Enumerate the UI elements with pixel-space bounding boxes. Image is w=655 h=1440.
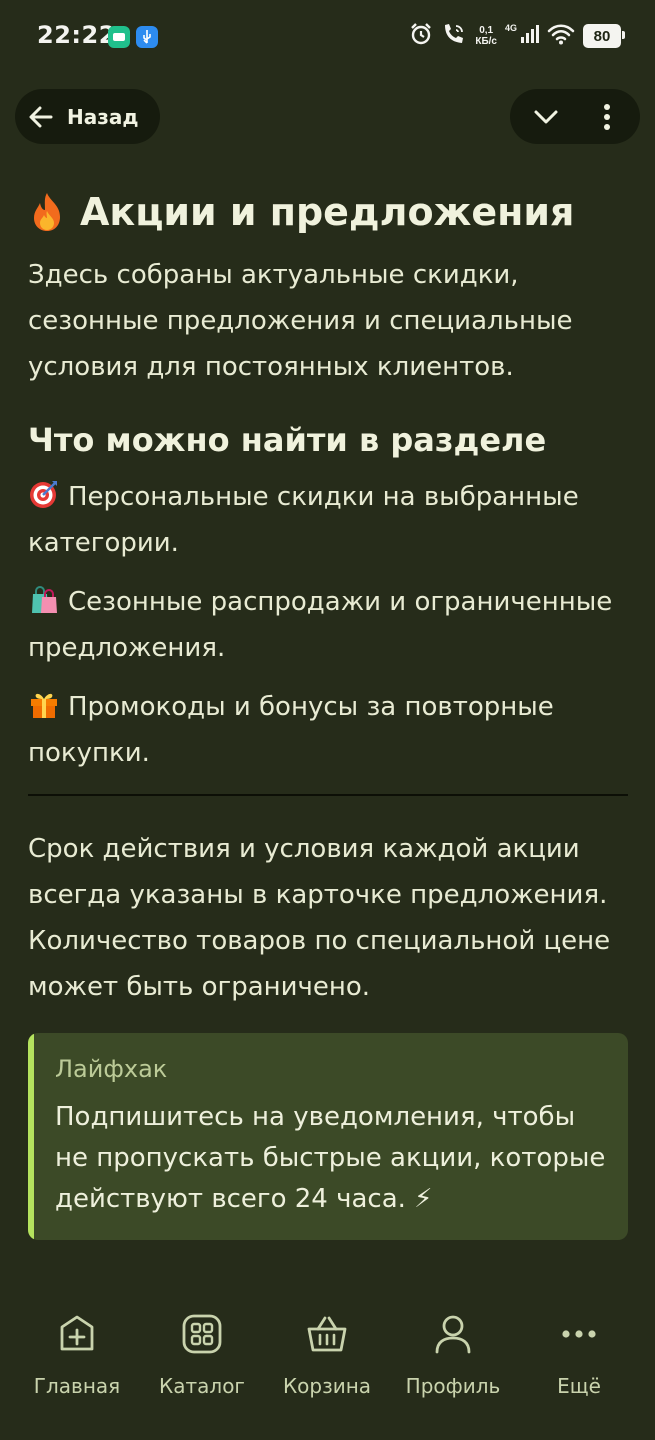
terms-paragraph: Срок действия и условия каждой акции все… bbox=[28, 834, 611, 1002]
tip-label: Лайфхак bbox=[55, 1055, 168, 1083]
more-vertical-icon bbox=[603, 103, 611, 131]
page-title-text: Акции и предложения bbox=[80, 190, 575, 234]
feature-text: Промокоды и бонусы за повторные покупки. bbox=[28, 692, 554, 768]
nav-label: Корзина bbox=[282, 1374, 372, 1398]
status-time: 22:22 bbox=[37, 21, 116, 49]
target-icon bbox=[28, 478, 60, 510]
nav-label: Каталог bbox=[159, 1374, 245, 1398]
user-icon bbox=[431, 1312, 475, 1356]
network-speed-value: 0,1 bbox=[479, 25, 494, 36]
back-label: Назад bbox=[67, 104, 139, 129]
section-heading: Что можно найти в разделе bbox=[28, 421, 547, 459]
usb-icon bbox=[136, 26, 158, 48]
divider bbox=[28, 794, 628, 796]
wifi-call-icon bbox=[441, 22, 467, 50]
nav-item-catalog[interactable]: Каталог bbox=[142, 1312, 262, 1398]
tip-text: Подпишитесь на уведомления, чтобы не про… bbox=[55, 1102, 606, 1214]
more-horizontal-icon bbox=[557, 1312, 601, 1356]
back-button[interactable]: Назад bbox=[15, 89, 160, 144]
battery-indicator: 80 bbox=[583, 24, 625, 48]
feature-text: Персональные скидки на выбранные категор… bbox=[28, 482, 579, 558]
network-type: 4G bbox=[504, 23, 517, 33]
collapse-button[interactable] bbox=[510, 89, 582, 144]
nav-item-cart[interactable]: Корзина bbox=[267, 1312, 387, 1398]
more-options-button[interactable] bbox=[582, 89, 632, 144]
nav-label: Главная bbox=[33, 1374, 121, 1398]
list-item: Сезонные распродажи и ограниченные предл… bbox=[28, 579, 628, 671]
page-title: Акции и предложения bbox=[28, 184, 628, 240]
fire-icon bbox=[28, 191, 66, 233]
bottom-navigation: Главная Каталог Корзина Профиль Ещё bbox=[0, 1312, 655, 1412]
nav-label: Ещё bbox=[557, 1374, 601, 1398]
tip-callout: Лайфхак Подпишитесь на уведомления, чтоб… bbox=[28, 1033, 628, 1240]
grid-icon bbox=[180, 1312, 224, 1356]
article-content: Акции и предложения Здесь собраны актуал… bbox=[28, 184, 628, 1010]
nav-item-more[interactable]: Ещё bbox=[519, 1312, 639, 1398]
intro-paragraph: Здесь собраны актуальные скидки, сезонны… bbox=[28, 260, 573, 382]
gift-icon bbox=[28, 688, 60, 720]
arrow-left-icon bbox=[27, 103, 55, 131]
basket-icon bbox=[305, 1312, 349, 1356]
network-speed-unit: КБ/с bbox=[475, 36, 497, 47]
signal-icon bbox=[521, 24, 539, 48]
list-item: Промокоды и бонусы за повторные покупки. bbox=[28, 684, 628, 776]
shopping-bags-icon bbox=[28, 583, 60, 615]
status-bar: 22:22 0,1 КБ/с 4G 80 bbox=[0, 0, 655, 72]
app-notification-icon bbox=[108, 26, 130, 48]
chevron-down-icon bbox=[532, 103, 560, 131]
tip-accent-bar bbox=[28, 1033, 34, 1240]
nav-item-profile[interactable]: Профиль bbox=[393, 1312, 513, 1398]
actions-pill bbox=[510, 89, 640, 144]
nav-label: Профиль bbox=[405, 1374, 501, 1398]
alarm-icon bbox=[409, 22, 433, 50]
wifi-icon bbox=[547, 23, 575, 49]
network-speed: 0,1 КБ/с bbox=[475, 25, 497, 47]
feature-list: Персональные скидки на выбранные категор… bbox=[28, 474, 628, 776]
nav-item-home[interactable]: Главная bbox=[17, 1312, 137, 1398]
plus-square-icon bbox=[55, 1312, 99, 1356]
list-item: Персональные скидки на выбранные категор… bbox=[28, 474, 628, 566]
feature-text: Сезонные распродажи и ограниченные предл… bbox=[28, 587, 613, 663]
